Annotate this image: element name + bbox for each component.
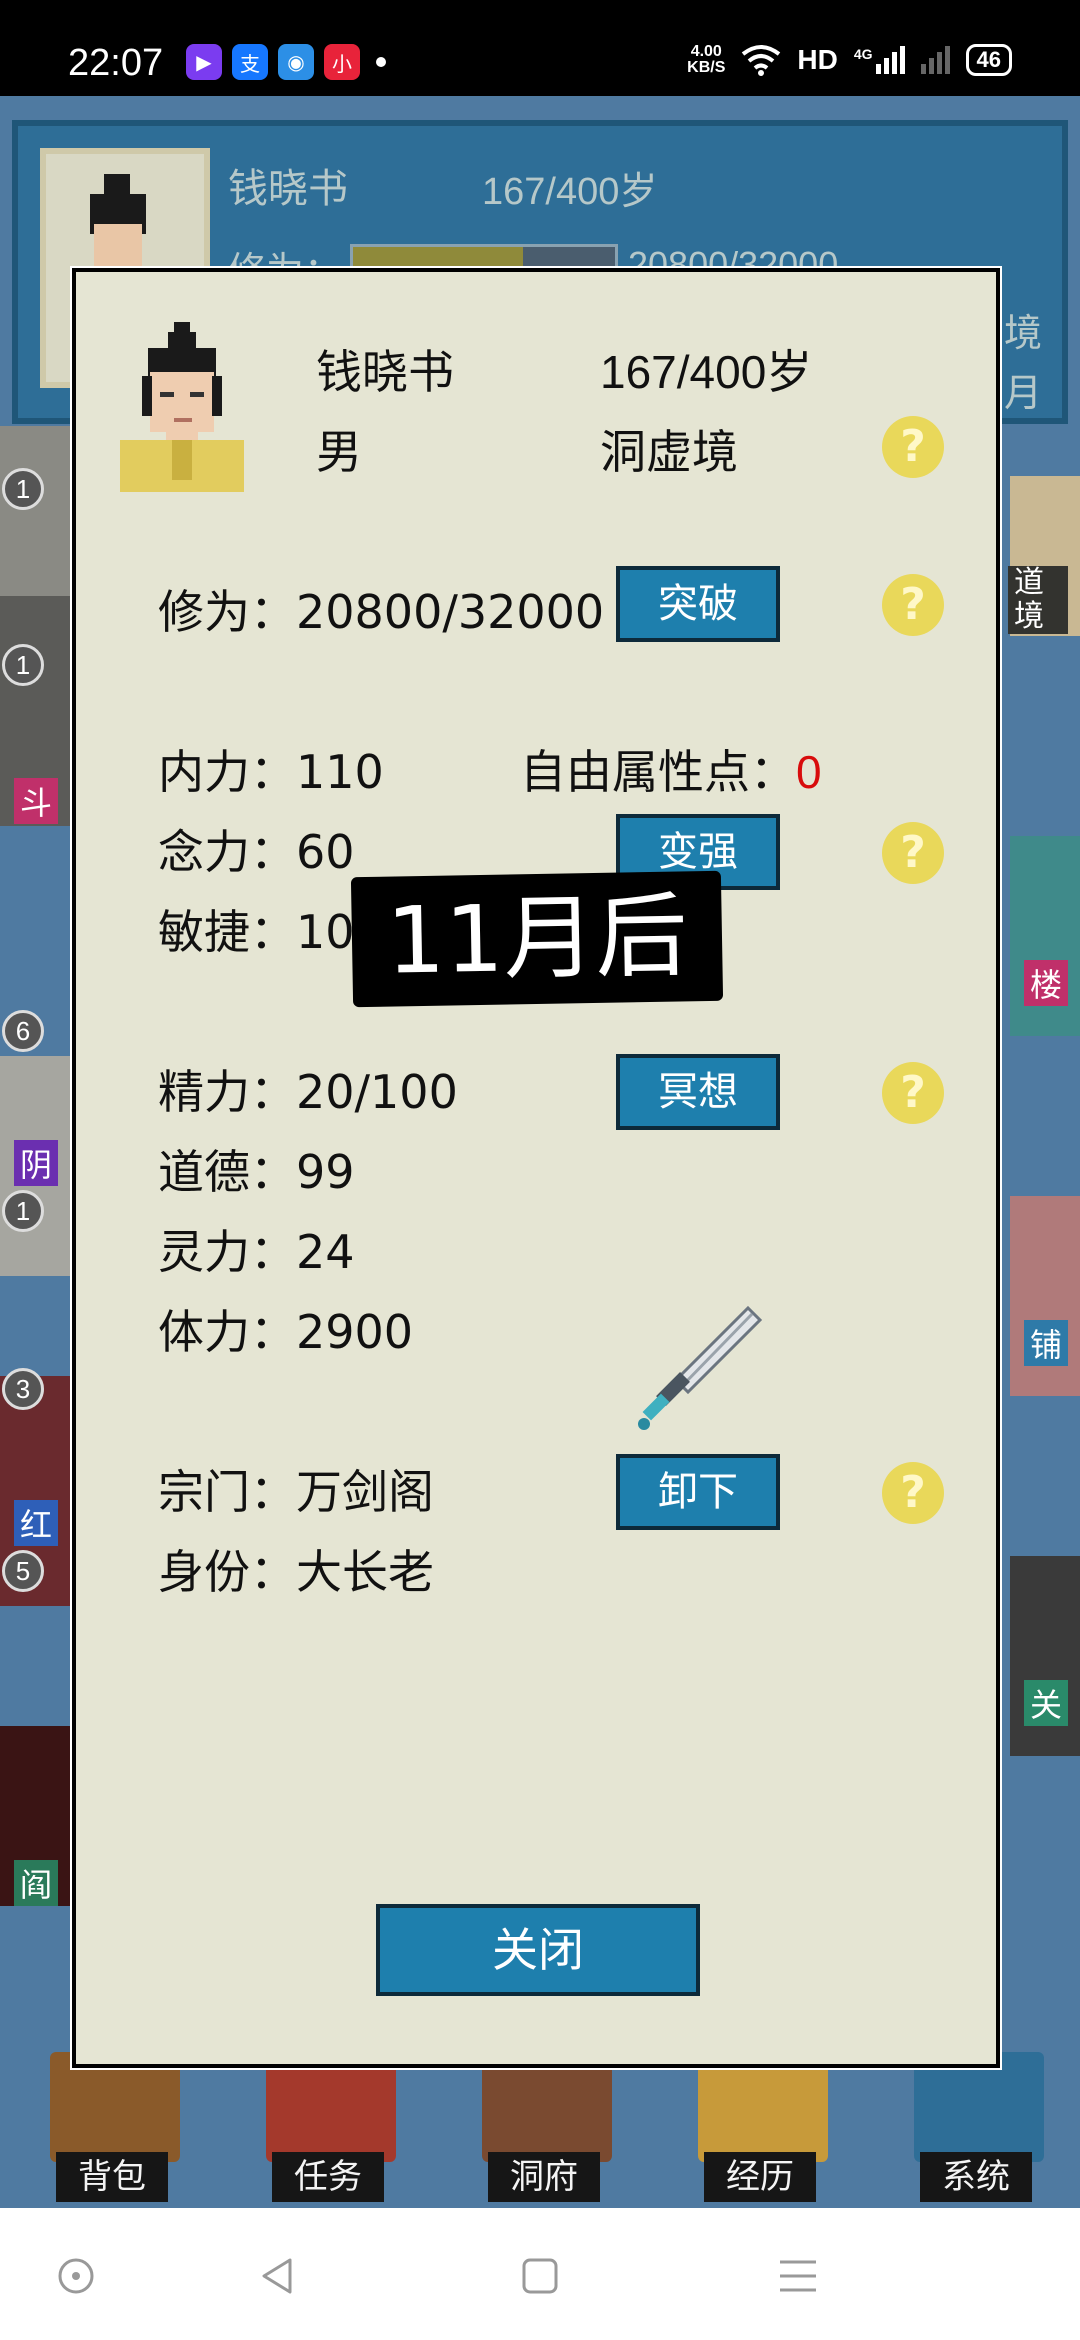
gear-icon [914, 2052, 1044, 2162]
task-board-icon [266, 2052, 396, 2162]
system-indicators: 4.00 KB/S HD 4G 46 [687, 44, 1012, 76]
neili-stat: 内力：110 [158, 745, 384, 799]
map-badge: 1 [2, 644, 44, 686]
character-age: 167/400岁 [600, 346, 813, 398]
back-icon[interactable] [258, 2256, 298, 2296]
book-icon [698, 2052, 828, 2162]
map-badge: 3 [2, 1368, 44, 1410]
map-label: 铺 [1023, 1320, 1068, 1366]
sect-text: 宗门：万剑阁 [158, 1465, 434, 1519]
breakthrough-button[interactable]: 突破 [616, 566, 780, 642]
map-tile[interactable] [0, 426, 70, 596]
character-info-dialog: 钱晓书 167/400岁 男 洞虚境 ? 修为：20800/32000 突破 ?… [70, 266, 1002, 2070]
dock-history-button[interactable]: 经历 [688, 2052, 838, 2202]
map-tile[interactable] [1010, 1556, 1080, 1756]
jingli-stat: 精力：20/100 [158, 1065, 458, 1119]
bag-icon [50, 2052, 180, 2162]
network-type: 4G [853, 46, 873, 62]
notification-icons: ▶ 支 ◉ 小 [186, 44, 386, 80]
play-app-icon: ▶ [186, 44, 222, 80]
header-edge-text: 月 [1003, 371, 1042, 415]
header-name: 钱晓书 [228, 166, 348, 212]
xiaohongshu-app-icon: 小 [324, 44, 360, 80]
more-notifications-dot [376, 57, 386, 67]
help-xiuwei-icon[interactable]: ? [882, 574, 944, 636]
navigation-bar [0, 2208, 1080, 2340]
meditate-button[interactable]: 冥想 [616, 1054, 780, 1130]
map-tile[interactable] [1010, 1196, 1080, 1396]
map-label: 红 [14, 1500, 59, 1546]
minjie-stat: 敏捷：10 [158, 905, 355, 959]
map-badge: 1 [2, 468, 44, 510]
help-meditate-icon[interactable]: ? [882, 1062, 944, 1124]
close-button[interactable]: 关闭 [376, 1904, 700, 1996]
network-speed: 4.00 KB/S [687, 43, 726, 76]
help-realm-icon[interactable]: ? [882, 416, 944, 478]
sword-icon[interactable] [636, 1302, 766, 1432]
map-badge: 6 [2, 1010, 44, 1052]
map-badge: 5 [2, 1550, 44, 1592]
home-icon[interactable] [520, 2256, 560, 2296]
tili-stat: 体力：2900 [158, 1305, 414, 1359]
wifi-icon [742, 45, 781, 76]
character-gender: 男 [316, 425, 362, 479]
character-name: 钱晓书 [316, 345, 454, 399]
header-edge-text: 境 [1003, 311, 1042, 355]
map-label: 斗 [14, 778, 59, 824]
map-label: 道境 [1008, 566, 1068, 634]
dock-cave-button[interactable]: 洞府 [472, 2052, 622, 2202]
xiuwei-text: 修为：20800/32000 [158, 585, 605, 639]
assistant-icon[interactable] [56, 2256, 96, 2296]
menu-icon[interactable] [778, 2256, 818, 2296]
map-tile[interactable] [1010, 836, 1080, 1036]
map-label: 楼 [1023, 960, 1068, 1006]
alipay-app-icon: 支 [232, 44, 268, 80]
signal-icon: 4G [854, 46, 905, 74]
unequip-button[interactable]: 卸下 [616, 1454, 780, 1530]
dock-task-button[interactable]: 任务 [256, 2052, 406, 2202]
character-portrait [120, 322, 244, 492]
status-time: 22:07 [68, 42, 164, 84]
lingli-stat: 灵力：24 [158, 1225, 355, 1279]
browser-app-icon: ◉ [278, 44, 314, 80]
help-sect-icon[interactable]: ? [882, 1462, 944, 1524]
map-label: 关 [1023, 1680, 1068, 1726]
header-age: 167/400岁 [482, 171, 658, 213]
map-label: 阴 [14, 1140, 59, 1186]
battery-icon: 46 [965, 44, 1012, 76]
nianli-stat: 念力：60 [158, 825, 355, 879]
time-passed-toast: 11月后 [350, 870, 724, 1008]
identity-text: 身份：大长老 [158, 1545, 434, 1599]
map-badge: 1 [2, 1190, 44, 1232]
signal-2-icon [920, 46, 950, 74]
cave-house-icon [482, 2052, 612, 2162]
status-bar: 22:07 ▶ 支 ◉ 小 4.00 KB/S HD 4G 46 [0, 0, 1080, 96]
help-strengthen-icon[interactable]: ? [882, 822, 944, 884]
daode-stat: 道德：99 [158, 1145, 355, 1199]
free-points: 自由属性点：0 [520, 745, 822, 799]
map-label: 阎 [14, 1860, 59, 1906]
free-points-value: 0 [796, 746, 822, 798]
character-realm: 洞虚境 [600, 425, 738, 479]
dock-system-button[interactable]: 系统 [904, 2052, 1054, 2202]
hd-indicator: HD [797, 44, 838, 75]
dock-bag-button[interactable]: 背包 [40, 2052, 190, 2202]
